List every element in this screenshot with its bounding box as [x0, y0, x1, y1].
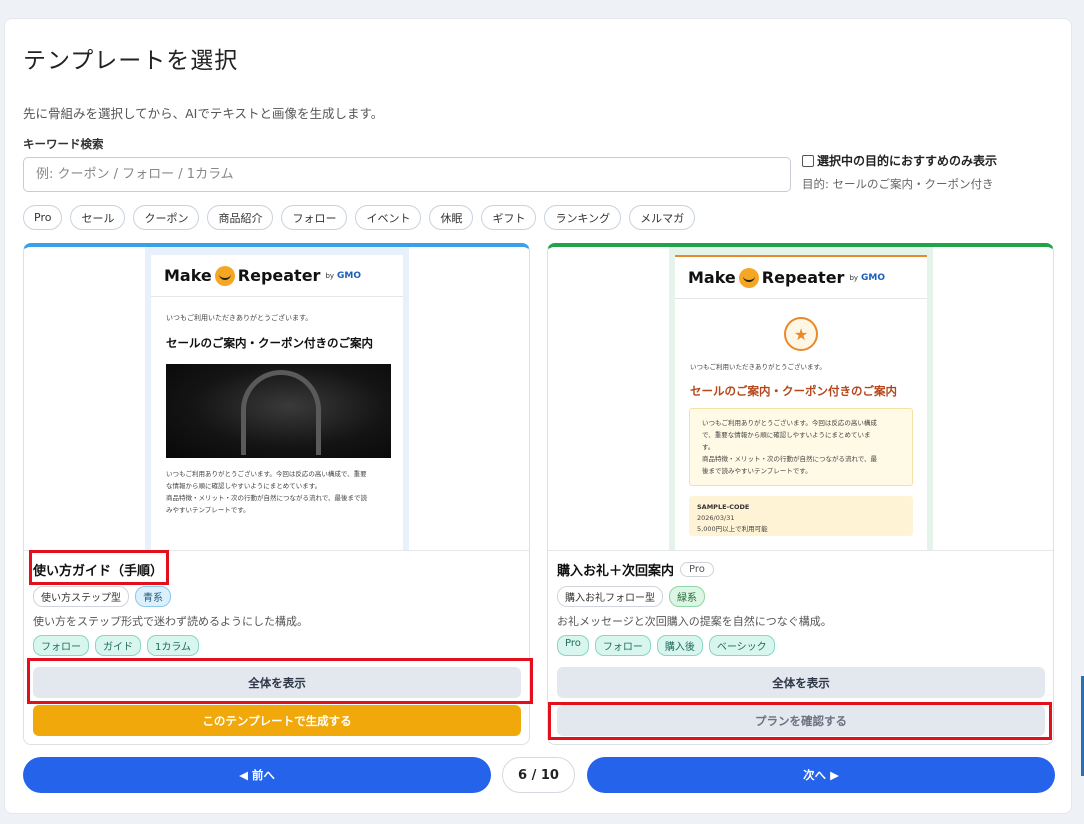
logo: Make Repeater by GMO	[675, 257, 927, 299]
chip-follow[interactable]: フォロー	[281, 205, 348, 230]
email-text-line: で、重要な情報から順に確認しやすいようにまとめていま	[702, 431, 871, 439]
logo-text-2: Repeater	[237, 266, 321, 285]
headphone-image	[166, 364, 391, 458]
template-description: お礼メッセージと次回購入の提案を自然につなぐ構成。	[557, 615, 832, 628]
keyword-tag: ベーシック	[708, 635, 775, 656]
view-full-button[interactable]: 全体を表示	[557, 667, 1045, 698]
template-type-tags: 購入お礼フォロー型 緑系	[557, 586, 1044, 607]
email-body: Make Repeater by GMO いつもご利用いただきありがとうございま…	[151, 255, 403, 550]
logo-text-2: Repeater	[761, 268, 845, 287]
template-description: 使い方をステップ形式で迷わず読めるようにした構成。	[33, 615, 308, 628]
chip-ranking[interactable]: ランキング	[544, 205, 622, 230]
purpose-text: 目的: セールのご案内・クーポン付き	[802, 177, 994, 191]
coupon-condition: 5,000円以上で利用可能	[697, 525, 768, 533]
coupon-date: 2026/03/31	[697, 514, 735, 522]
smile-icon	[214, 265, 235, 286]
pro-badge: Pro	[680, 561, 714, 577]
coupon-code: SAMPLE-CODE	[697, 503, 750, 511]
email-preview: Make Repeater by GMO ★ いつもご利用いただきありがとうござ…	[669, 247, 933, 550]
smile-icon	[738, 267, 759, 288]
keyword-tag: フォロー	[594, 635, 651, 656]
template-keywords: Pro フォロー 購入後 ベーシック	[557, 635, 1044, 656]
color-tag: 青系	[135, 586, 171, 607]
next-page-button[interactable]: 次へ ▶	[587, 757, 1055, 793]
logo: Make Repeater by GMO	[151, 255, 403, 297]
template-card: Make Repeater by GMO ★ いつもご利用いただきありがとうござ…	[547, 243, 1054, 745]
type-tag: 使い方ステップ型	[33, 586, 129, 607]
prev-page-button[interactable]: ◀ 前へ	[23, 757, 491, 793]
template-name: 使い方ガイド（手順）	[33, 559, 520, 579]
template-name-text: 購入お礼＋次回案内	[557, 563, 675, 579]
email-text-line: 商品特徴・メリット・次の行動が自然につながる流れで、最後まで読	[166, 494, 368, 502]
pagination: ◀ 前へ 6 / 10 次へ ▶	[5, 757, 1073, 793]
template-meta: 使い方ガイド（手順） 使い方ステップ型 青系 使い方をステップ形式で迷わず読める…	[33, 559, 520, 656]
email-text: いつもご利用ありがとうございます。今回は反応の高い構成で、重要 な情報から順に確…	[151, 458, 403, 516]
logo-by: by	[849, 273, 859, 282]
email-text-line: な情報から順に確認しやすいようにまとめています。	[166, 482, 322, 490]
logo-text: Make	[164, 266, 212, 285]
email-text-line: いつもご利用ありがとうございます。今回は反応の高い構成	[702, 419, 877, 427]
page-indicator: 6 / 10	[502, 757, 575, 793]
email-preview: Make Repeater by GMO いつもご利用いただきありがとうございま…	[145, 247, 409, 550]
keyword-chip-list: Pro セール クーポン 商品紹介 フォロー イベント 休眠 ギフト ランキング…	[23, 205, 696, 230]
recommend-only-checkbox[interactable]: 選択中の目的におすすめのみ表示	[802, 152, 997, 169]
chip-event[interactable]: イベント	[355, 205, 422, 230]
email-text-line: 後まで読みやすいテンプレートです。	[702, 467, 812, 475]
color-tag: 緑系	[669, 586, 705, 607]
logo-by: by	[325, 271, 335, 280]
recommend-only-label: 選択中の目的におすすめのみ表示	[817, 154, 998, 168]
page-subtitle: 先に骨組みを選択してから、AIでテキストと画像を生成します。	[23, 106, 384, 121]
chip-dormant[interactable]: 休眠	[429, 205, 474, 230]
template-preview[interactable]: Make Repeater by GMO ★ いつもご利用いただきありがとうござ…	[548, 247, 1053, 551]
chip-gift[interactable]: ギフト	[481, 205, 537, 230]
checkbox-icon[interactable]	[802, 154, 814, 167]
logo-gmo: GMO	[861, 272, 886, 283]
view-full-button[interactable]: 全体を表示	[33, 667, 521, 698]
email-text-line: 商品特徴・メリット・次の行動が自然につながる流れで、最	[702, 455, 878, 463]
template-select-panel: テンプレートを選択 先に骨組みを選択してから、AIでテキストと画像を生成します。…	[4, 18, 1072, 814]
page-title: テンプレートを選択	[23, 48, 239, 74]
check-plan-button[interactable]: プランを確認する	[557, 705, 1045, 736]
email-heading: セールのご案内・クーポン付きのご案内	[690, 384, 897, 398]
template-name-text: 使い方ガイド（手順）	[33, 563, 164, 579]
template-meta: 購入お礼＋次回案内 Pro 購入お礼フォロー型 緑系 お礼メッセージと次回購入の…	[557, 559, 1044, 656]
email-body: Make Repeater by GMO ★ いつもご利用いただきありがとうござ…	[675, 255, 927, 550]
keyword-search-label: キーワード検索	[23, 137, 104, 151]
keyword-tag: Pro	[557, 635, 589, 656]
star-icon: ★	[784, 317, 818, 351]
type-tag: 購入お礼フォロー型	[557, 586, 663, 607]
keyword-tag: 購入後	[656, 635, 703, 656]
email-greeting: いつもご利用いただきありがとうございます。	[166, 314, 313, 322]
keyword-tag: 1カラム	[147, 635, 200, 656]
email-heading: セールのご案内・クーポン付きのご案内	[166, 336, 373, 350]
chip-sale[interactable]: セール	[70, 205, 126, 230]
email-text-line: いつもご利用ありがとうございます。今回は反応の高い構成で、重要	[166, 470, 367, 478]
chip-pro[interactable]: Pro	[23, 205, 63, 230]
chip-product[interactable]: 商品紹介	[207, 205, 274, 230]
template-keywords: フォロー ガイド 1カラム	[33, 635, 520, 656]
email-greeting: いつもご利用いただきありがとうございます。	[690, 363, 826, 371]
keyword-tag: ガイド	[95, 635, 141, 656]
email-text-line: みやすいテンプレートです。	[166, 506, 250, 514]
chip-coupon[interactable]: クーポン	[133, 205, 200, 230]
email-message-box: いつもご利用ありがとうございます。今回は反応の高い構成 で、重要な情報から順に確…	[689, 408, 913, 486]
keyword-tag: フォロー	[33, 635, 89, 656]
keyword-search-input[interactable]	[23, 157, 791, 192]
template-card: Make Repeater by GMO いつもご利用いただきありがとうございま…	[23, 243, 530, 745]
chip-newsletter[interactable]: メルマガ	[629, 205, 696, 230]
template-name: 購入お礼＋次回案内 Pro	[557, 559, 1044, 579]
logo-text: Make	[688, 268, 736, 287]
template-type-tags: 使い方ステップ型 青系	[33, 586, 520, 607]
template-preview[interactable]: Make Repeater by GMO いつもご利用いただきありがとうございま…	[24, 247, 529, 551]
coupon-box: SAMPLE-CODE 2026/03/31 5,000円以上で利用可能	[689, 496, 913, 536]
logo-gmo: GMO	[337, 270, 362, 281]
email-text-line: す。	[702, 443, 715, 451]
generate-with-template-button[interactable]: このテンプレートで生成する	[33, 705, 521, 736]
